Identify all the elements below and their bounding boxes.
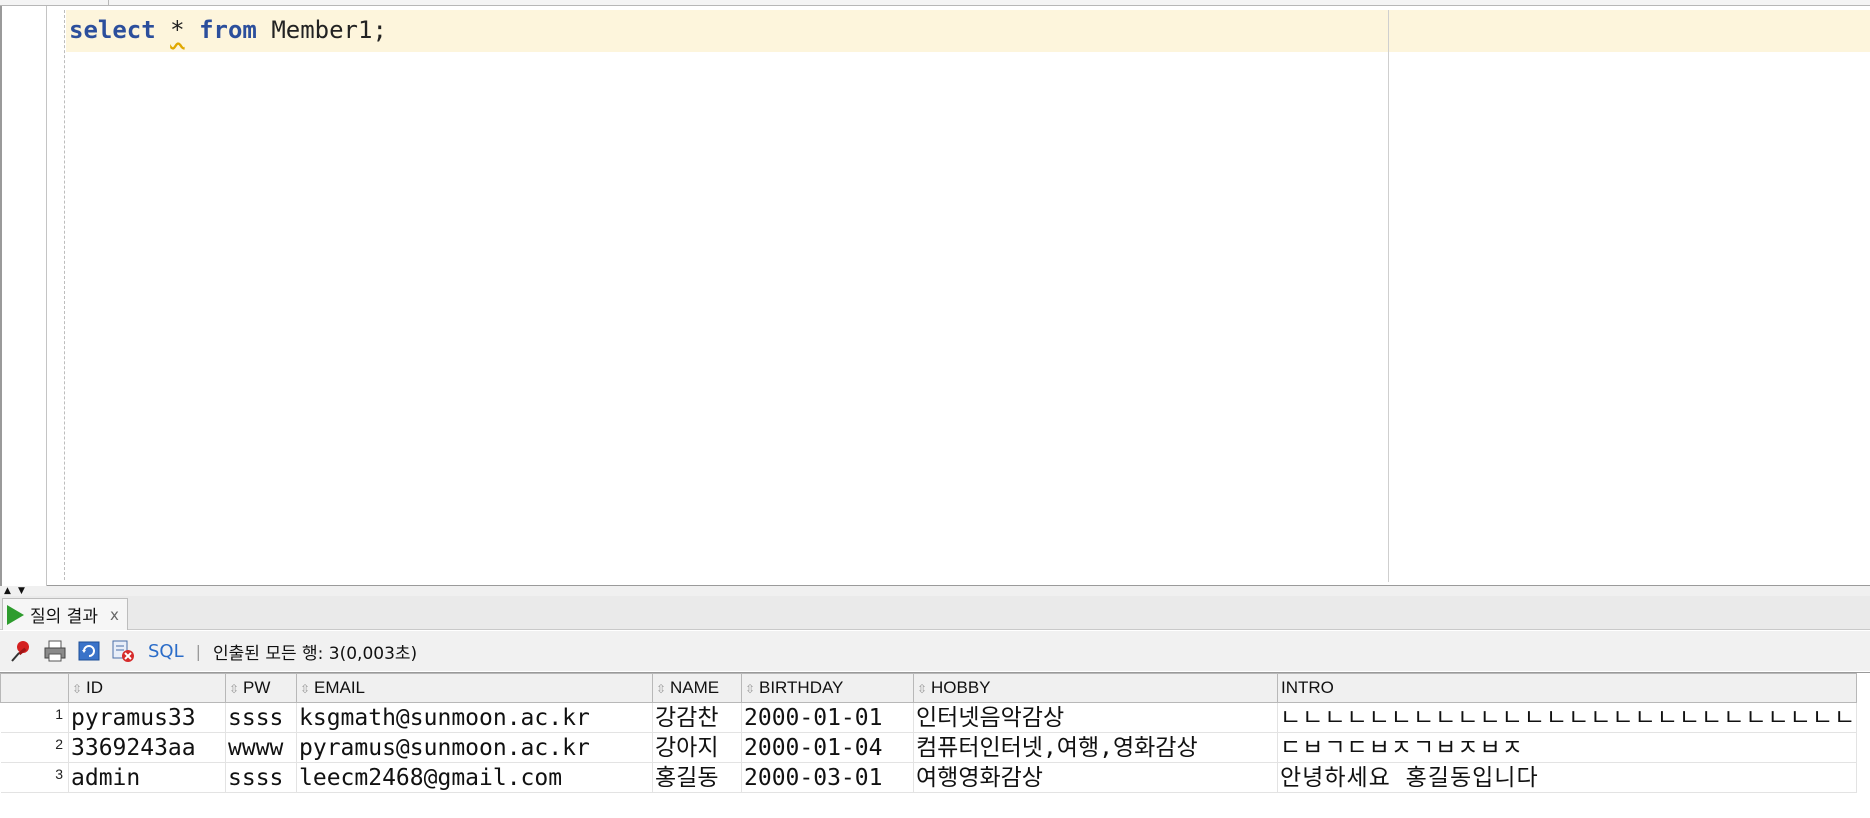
cell-birthday[interactable]: 2000-01-04 [741,732,914,763]
refresh-icon[interactable] [76,638,102,664]
cell-birthday[interactable]: 2000-03-01 [741,762,914,793]
collapse-down-icon[interactable]: ▼ [18,587,25,596]
row-number: 3 [0,762,69,793]
column-header-pw[interactable]: ⇳ PW [225,673,297,703]
cell-email[interactable]: pyramus@sunmoon.ac.kr [296,732,653,763]
keyword-from: from [199,16,257,44]
row-number: 2 [0,732,69,763]
cell-birthday[interactable]: 2000-01-01 [741,702,914,733]
column-header-intro[interactable]: INTRO [1276,673,1858,703]
sql-worksheet-editor[interactable]: select * from Member1; [0,0,1870,586]
tab-query-result-label: 질의 결과 [30,607,98,627]
cell-hobby[interactable]: 여행영화감상 [913,762,1278,793]
toolbar-separator: | [195,641,202,661]
row-number-header [0,673,69,703]
cell-intro[interactable]: ㄷㅂㄱㄷㅂㅈㄱㅂㅈㅂㅈ [1276,732,1858,763]
cell-id[interactable]: admin [68,762,226,793]
right-margin-guide [1388,10,1389,582]
pane-splitter[interactable]: ▲ ▼ [0,586,1870,596]
sort-icon[interactable]: ⇳ [229,682,241,696]
cell-hobby[interactable]: 인터넷음악감상 [913,702,1278,733]
column-header-id[interactable]: ⇳ ID [68,673,226,703]
sort-icon[interactable]: ⇳ [656,682,668,696]
table-name: Member1; [271,16,387,44]
sql-button[interactable]: SQL [148,641,184,662]
row-number: 1 [0,702,69,733]
cell-pw[interactable]: ssss [225,762,297,793]
keyword-select: select [69,16,156,44]
cell-email[interactable]: ksgmath@sunmoon.ac.kr [296,702,653,733]
select-star: * [170,16,185,44]
collapse-up-icon[interactable]: ▲ [4,587,11,596]
cell-intro[interactable]: ㄴㄴㄴㄴㄴㄴㄴㄴㄴㄴㄴㄴㄴㄴㄴㄴㄴㄴㄴㄴㄴㄴㄴㄴㄴㄴ [1276,702,1858,733]
table-row[interactable]: 2 3369243aa wwww pyramus@sunmoon.ac.kr 강… [0,732,1858,763]
cell-intro[interactable]: 안녕하세요 홍길동입니다 [1276,762,1858,793]
cell-email[interactable]: leecm2468@gmail.com [296,762,653,793]
cell-name[interactable]: 강아지 [652,732,742,763]
table-row[interactable]: 3 admin ssss leecm2468@gmail.com 홍길동 200… [0,762,1858,793]
cell-name[interactable]: 강감찬 [652,702,742,733]
result-toolbar: SQL | 인출된 모든 행: 3(0,003초) [0,631,1870,671]
sort-icon[interactable]: ⇳ [745,682,757,696]
line-number-gutter [0,6,47,586]
column-header-hobby[interactable]: ⇳ HOBBY [913,673,1278,703]
close-tab-icon[interactable]: x [110,606,119,624]
column-header-birthday[interactable]: ⇳ BIRTHDAY [741,673,914,703]
result-tab-strip: 질의 결과 x [0,596,1870,630]
sort-icon[interactable]: ⇳ [300,682,312,696]
sort-icon[interactable]: ⇳ [917,682,929,696]
column-header-email[interactable]: ⇳ EMAIL [296,673,653,703]
pin-icon[interactable] [8,638,34,664]
cell-id[interactable]: pyramus33 [68,702,226,733]
sql-statement-line[interactable]: select * from Member1; [69,15,387,45]
result-grid[interactable]: ⇳ ID ⇳ PW ⇳ EMAIL ⇳ NAME ⇳ BIRTHDAY ⇳ HOBBY IN… [0,672,1870,818]
editor-ruler [0,0,1870,6]
cell-name[interactable]: 홍길동 [652,762,742,793]
cell-hobby[interactable]: 컴퓨터인터넷,여행,영화감상 [913,732,1278,763]
cell-pw[interactable]: wwww [225,732,297,763]
sort-icon[interactable]: ⇳ [72,682,84,696]
table-row[interactable]: 1 pyramus33 ssss ksgmath@sunmoon.ac.kr 강… [0,702,1858,733]
column-header-row: ⇳ ID ⇳ PW ⇳ EMAIL ⇳ NAME ⇳ BIRTHDAY ⇳ HOBBY IN… [0,673,1858,703]
cell-pw[interactable]: ssss [225,702,297,733]
run-icon [7,604,24,625]
cell-id[interactable]: 3369243aa [68,732,226,763]
delete-query-icon[interactable] [110,638,136,664]
print-icon[interactable] [42,638,68,664]
result-table: ⇳ ID ⇳ PW ⇳ EMAIL ⇳ NAME ⇳ BIRTHDAY ⇳ HOBBY IN… [0,673,1858,793]
column-header-name[interactable]: ⇳ NAME [652,673,742,703]
tab-query-result[interactable]: 질의 결과 x [2,598,128,630]
fold-guide [64,10,65,580]
fetch-status: 인출된 모든 행: 3(0,003초) [213,643,418,664]
